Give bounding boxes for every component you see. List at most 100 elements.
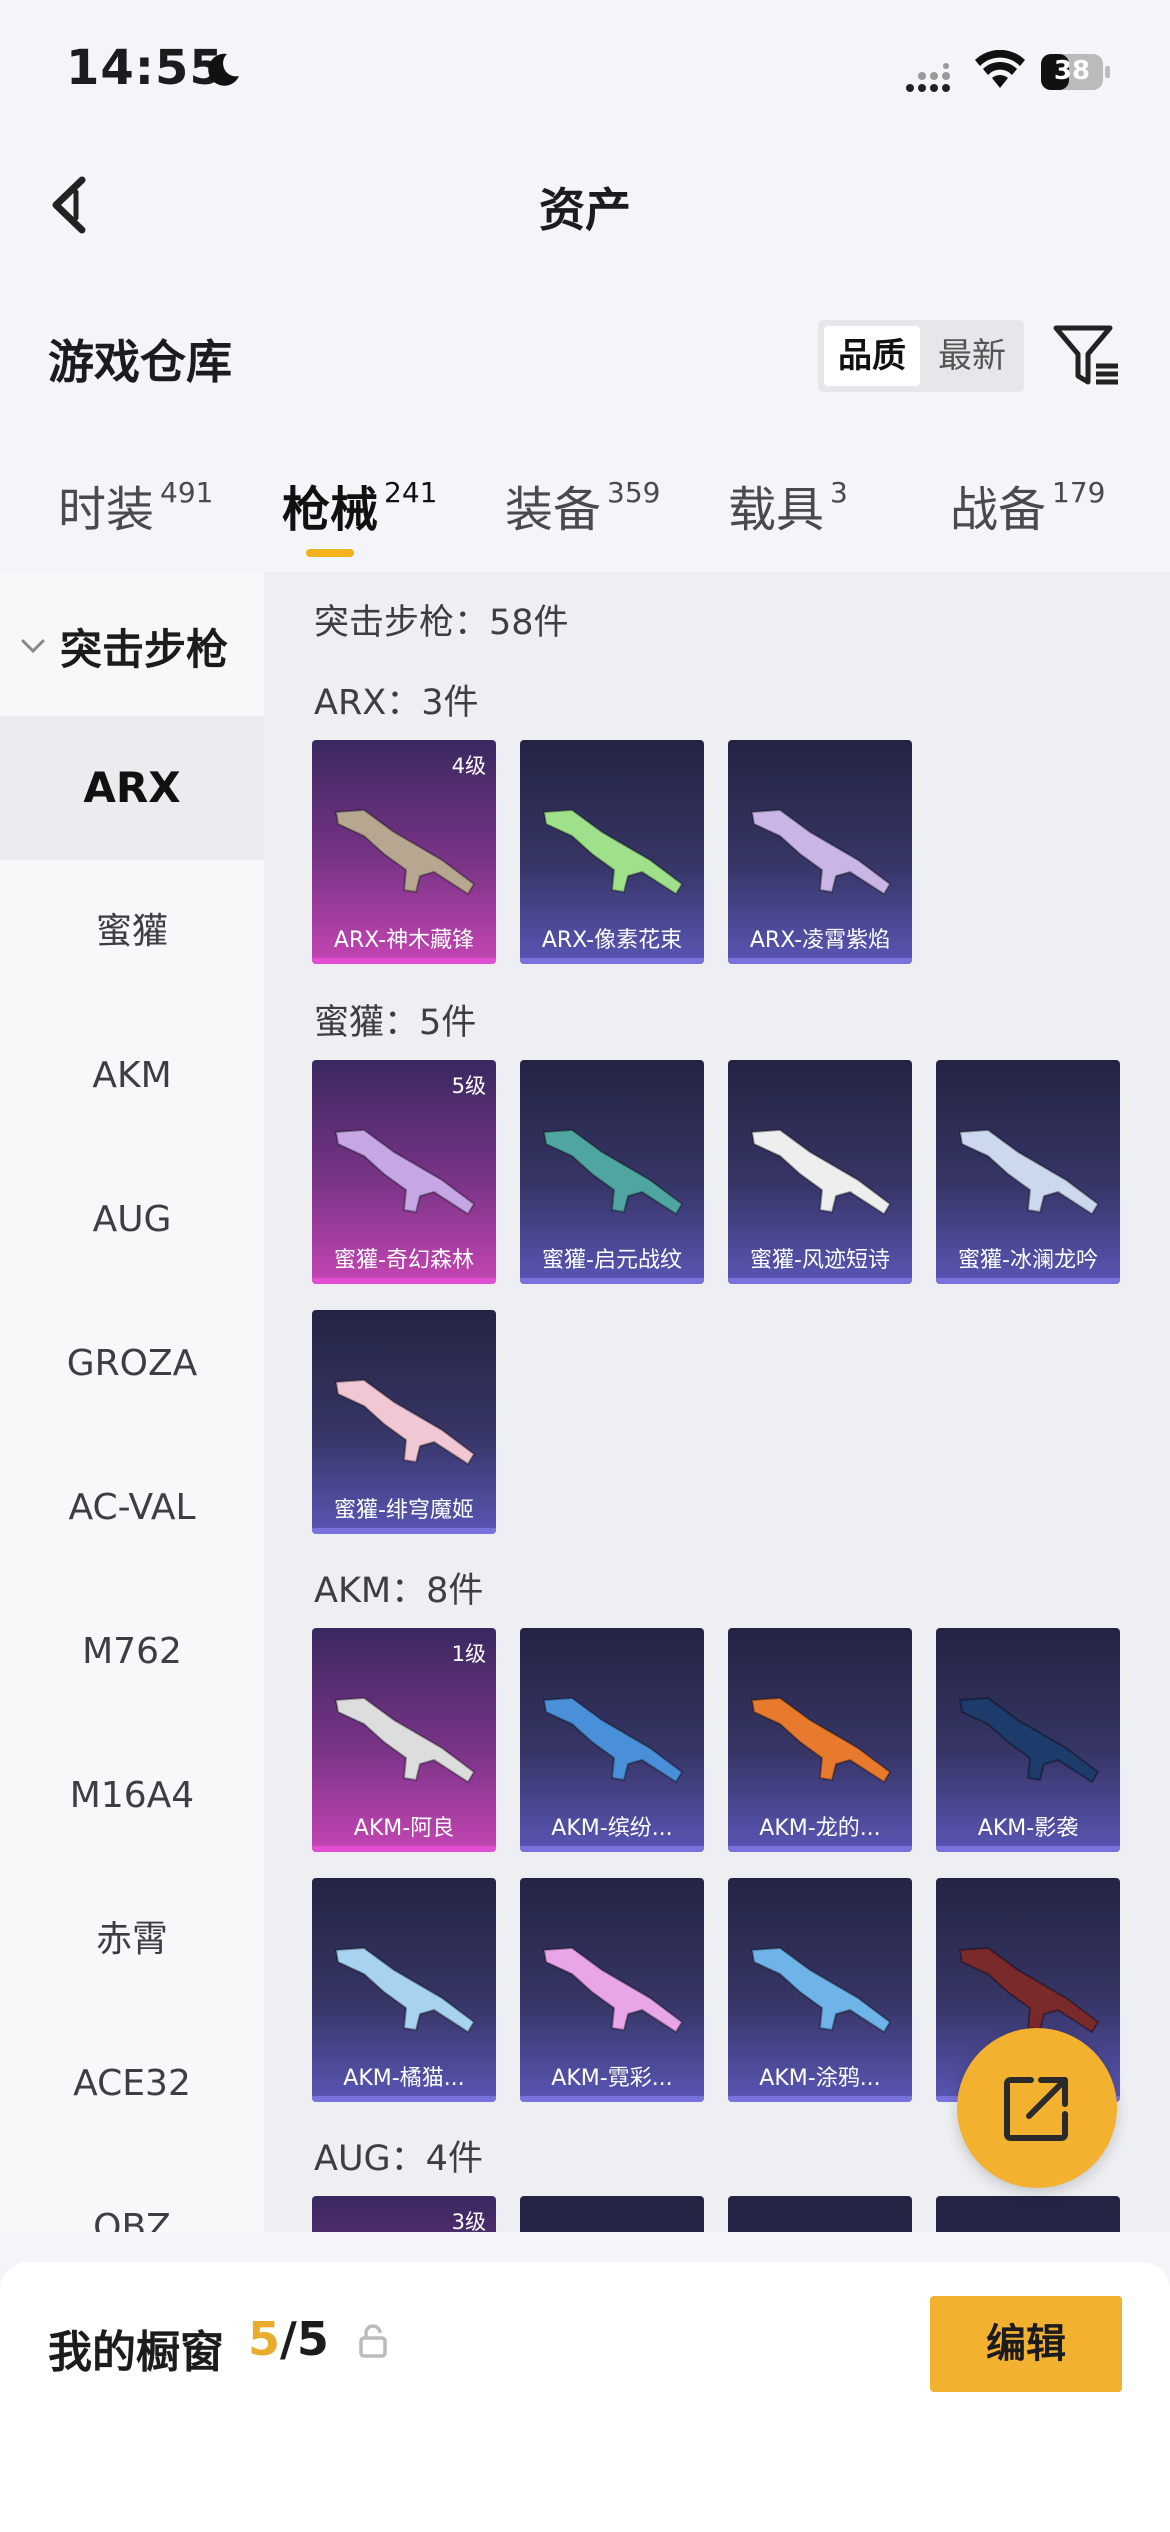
tab-count: 241 — [384, 476, 438, 509]
edit-button[interactable]: 编辑 — [930, 2296, 1122, 2392]
sidebar-item-honey-badger[interactable]: 蜜獾 — [0, 860, 264, 1004]
sidebar-item-m16a4[interactable]: M16A4 — [0, 1724, 264, 1868]
tab-vehicles[interactable]: 载具 3 — [728, 470, 848, 540]
rarity-bar — [520, 1278, 704, 1284]
weapon-name: ARX-神木藏锋 — [333, 928, 475, 953]
weapon-name: 蜜獾-绯穹魔姬 — [334, 1498, 474, 1523]
weapon-card[interactable]: AKM-霓彩... — [520, 1878, 704, 2102]
tab-label: 载具 — [728, 482, 825, 538]
sidebar-item-ac-val[interactable]: AC-VAL — [0, 1436, 264, 1580]
moon-icon — [208, 53, 239, 86]
weapon-image — [334, 1378, 476, 1466]
rarity-bar — [312, 1278, 496, 1284]
weapon-card[interactable]: AKM-涂鸦... — [728, 1878, 912, 2102]
weapon-image — [542, 808, 684, 896]
rarity-bar — [728, 1278, 912, 1284]
tab-fashion[interactable]: 时装 491 — [58, 470, 213, 540]
weapon-card[interactable]: 蜜獾-风迹短诗 — [728, 1060, 912, 1284]
weapon-level-badge: 5级 — [451, 1074, 486, 1098]
tab-label: 装备 — [505, 482, 602, 538]
weapon-grid[interactable]: 突击步枪：58件 ARX：3件 4级 ARX-神木藏锋 ARX-像素花束 ARX-凌霄紫… — [264, 572, 1170, 2232]
active-tab-indicator — [306, 549, 354, 557]
weapon-image — [334, 1696, 476, 1784]
page-title: 资产 — [539, 183, 631, 237]
weapon-level-badge: 1级 — [451, 1642, 486, 1666]
status-time: 14:55 — [66, 40, 224, 96]
sort-quality-button[interactable]: 品质 — [824, 326, 920, 386]
weapon-image — [948, 2228, 1108, 2232]
sidebar-item-groza[interactable]: GROZA — [0, 1292, 264, 1436]
weapon-image — [740, 2228, 900, 2232]
tab-firearms[interactable]: 枪械 241 — [282, 470, 437, 540]
weapon-name: AKM-橘猫... — [343, 2066, 465, 2091]
group-heading: ARX：3件 — [314, 683, 479, 723]
rarity-bar — [936, 1846, 1120, 1852]
showcase-bar: 我的橱窗 5/5 编辑 — [0, 2262, 1170, 2532]
showcase-count-separator: / — [280, 2312, 297, 2366]
tab-count: 179 — [1052, 476, 1106, 509]
weapon-image — [750, 1696, 892, 1784]
weapon-card[interactable]: 5级 蜜獾-奇幻森林 — [312, 1060, 496, 1284]
tab-gear[interactable]: 战备 179 — [950, 470, 1105, 540]
weapon-name: AKM-影袭 — [977, 1816, 1079, 1841]
weapon-card[interactable]: 3级 — [312, 2196, 496, 2232]
weapon-card[interactable]: 蜜獾-绯穹魔姬 — [312, 1310, 496, 1534]
rarity-bar — [520, 958, 704, 964]
weapon-image — [532, 2228, 692, 2232]
weapon-image — [750, 1128, 892, 1216]
share-button[interactable] — [957, 2028, 1117, 2188]
share-icon — [1004, 2077, 1068, 2141]
section-title: 游戏仓库 — [48, 335, 232, 389]
weapon-image — [334, 1946, 476, 2034]
weapon-image — [334, 1128, 476, 1216]
signal-icon — [906, 63, 950, 92]
group-heading: AKM：8件 — [314, 1571, 484, 1611]
weapon-card[interactable]: AKM-龙的... — [728, 1628, 912, 1852]
weapon-level-badge: 3级 — [451, 2210, 486, 2232]
weapon-name: 蜜獾-冰澜龙吟 — [958, 1248, 1098, 1273]
weapon-name: AKM-龙的... — [759, 1816, 881, 1841]
group-heading: AUG：4件 — [314, 2139, 483, 2179]
sidebar-item-ace32[interactable]: ACE32 — [0, 2012, 264, 2156]
weapon-image — [542, 1946, 684, 2034]
weapon-card[interactable] — [728, 2196, 912, 2232]
tab-count: 491 — [160, 476, 214, 509]
weapon-card[interactable]: 4级 ARX-神木藏锋 — [312, 740, 496, 964]
weapon-card[interactable]: 1级 AKM-阿良 — [312, 1628, 496, 1852]
sidebar-item-akm[interactable]: AKM — [0, 1004, 264, 1148]
rarity-bar — [728, 958, 912, 964]
showcase-count: 5/5 — [248, 2312, 329, 2366]
rarity-bar — [728, 2096, 912, 2102]
sort-latest-button[interactable]: 最新 — [924, 326, 1020, 386]
sort-toggle: 品质 最新 — [818, 320, 1024, 392]
weapon-sidebar[interactable]: 突击步枪 ARX 蜜獾 AKM AUG GROZA AC-VAL M762 M1… — [0, 572, 264, 2232]
sidebar-item-chixiao[interactable]: 赤霄 — [0, 1868, 264, 2012]
weapon-card[interactable]: 蜜獾-启元战纹 — [520, 1060, 704, 1284]
weapon-card[interactable]: AKM-缤纷... — [520, 1628, 704, 1852]
showcase-count-total: 5 — [296, 2312, 329, 2366]
filter-icon[interactable] — [1052, 322, 1122, 388]
weapon-card[interactable]: 蜜獾-冰澜龙吟 — [936, 1060, 1120, 1284]
weapon-card[interactable]: AKM-影袭 — [936, 1628, 1120, 1852]
tab-label: 枪械 — [282, 482, 379, 538]
weapon-name: ARX-凌霄紫焰 — [749, 928, 891, 953]
rarity-bar — [312, 958, 496, 964]
weapon-card[interactable]: ARX-凌霄紫焰 — [728, 740, 912, 964]
weapon-card[interactable]: AKM-橘猫... — [312, 1878, 496, 2102]
sidebar-item-arx[interactable]: ARX — [0, 716, 264, 860]
tab-equipment[interactable]: 装备 359 — [505, 470, 660, 540]
tab-label: 战备 — [950, 482, 1047, 538]
status-bar: 14:55 38 — [0, 0, 1170, 140]
sidebar-item-qbz[interactable]: QBZ — [0, 2156, 264, 2232]
sidebar-item-m762[interactable]: M762 — [0, 1580, 264, 1724]
rarity-bar — [312, 1528, 496, 1534]
weapon-card[interactable] — [936, 2196, 1120, 2232]
weapon-card[interactable] — [520, 2196, 704, 2232]
sidebar-item-aug[interactable]: AUG — [0, 1148, 264, 1292]
tab-label: 时装 — [58, 482, 155, 538]
rarity-bar — [520, 1846, 704, 1852]
category-header[interactable]: 突击步枪 — [0, 572, 264, 718]
weapon-card[interactable]: ARX-像素花束 — [520, 740, 704, 964]
rarity-bar — [312, 1846, 496, 1852]
showcase-label: 我的橱窗 — [48, 2327, 224, 2378]
